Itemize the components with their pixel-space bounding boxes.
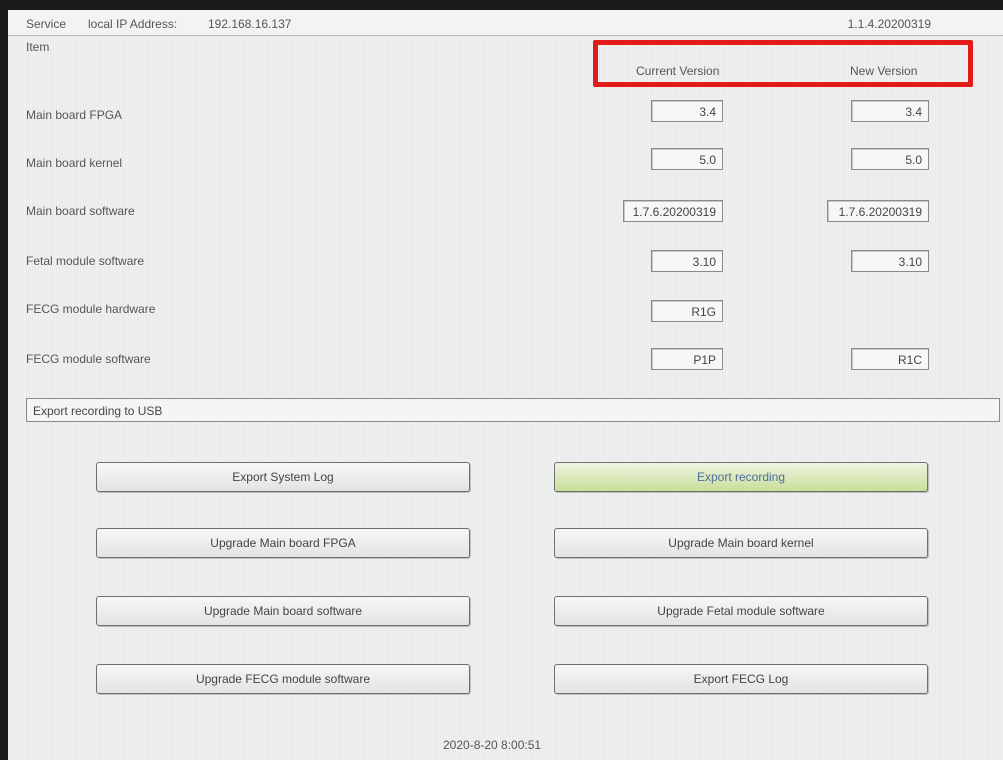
current-version-field: 1.7.6.20200319 xyxy=(623,200,723,222)
new-version-field: 1.7.6.20200319 xyxy=(827,200,929,222)
export-recording-button[interactable]: Export recording xyxy=(554,462,928,492)
app-version: 1.1.4.20200319 xyxy=(847,17,931,31)
current-version-field: 3.10 xyxy=(651,250,723,272)
row-label-main-board-software: Main board software xyxy=(26,204,135,218)
row-label-fecg-module-software: FECG module software xyxy=(26,352,151,366)
item-column-header: Item xyxy=(26,40,50,54)
upgrade-main-board-kernel-button[interactable]: Upgrade Main board kernel xyxy=(554,528,928,558)
upgrade-main-board-software-button[interactable]: Upgrade Main board software xyxy=(96,596,470,626)
ip-address-label: local IP Address: xyxy=(88,17,178,31)
ip-address-value: 192.168.16.137 xyxy=(208,17,292,31)
new-version-field: 3.10 xyxy=(851,250,929,272)
upgrade-main-board-fpga-button[interactable]: Upgrade Main board FPGA xyxy=(96,528,470,558)
title-bar: Service local IP Address: 192.168.16.137… xyxy=(8,10,1003,36)
export-system-log-button[interactable]: Export System Log xyxy=(96,462,470,492)
current-version-field: R1G xyxy=(651,300,723,322)
new-version-field: R1C xyxy=(851,348,929,370)
upgrade-fecg-module-software-button[interactable]: Upgrade FECG module software xyxy=(96,664,470,694)
status-datetime: 2020-8-20 8:00:51 xyxy=(443,738,542,752)
row-label-fetal-module-software: Fetal module software xyxy=(26,254,145,268)
current-version-field: P1P xyxy=(651,348,723,370)
current-version-field: 5.0 xyxy=(651,148,723,170)
export-fecg-log-button[interactable]: Export FECG Log xyxy=(554,664,928,694)
upgrade-fetal-module-software-button[interactable]: Upgrade Fetal module software xyxy=(554,596,928,626)
row-label-fecg-module-hardware: FECG module hardware xyxy=(26,302,156,316)
service-screen: Service local IP Address: 192.168.16.137… xyxy=(8,10,1003,760)
highlight-annotation-box xyxy=(593,40,973,87)
new-version-field: 3.4 xyxy=(851,100,929,122)
row-label-main-board-fpga: Main board FPGA xyxy=(26,108,123,122)
row-label-main-board-kernel: Main board kernel xyxy=(26,156,123,170)
service-label: Service xyxy=(26,17,67,31)
new-version-field: 5.0 xyxy=(851,148,929,170)
current-version-field: 3.4 xyxy=(651,100,723,122)
export-section-title: Export recording to USB xyxy=(26,398,1000,422)
